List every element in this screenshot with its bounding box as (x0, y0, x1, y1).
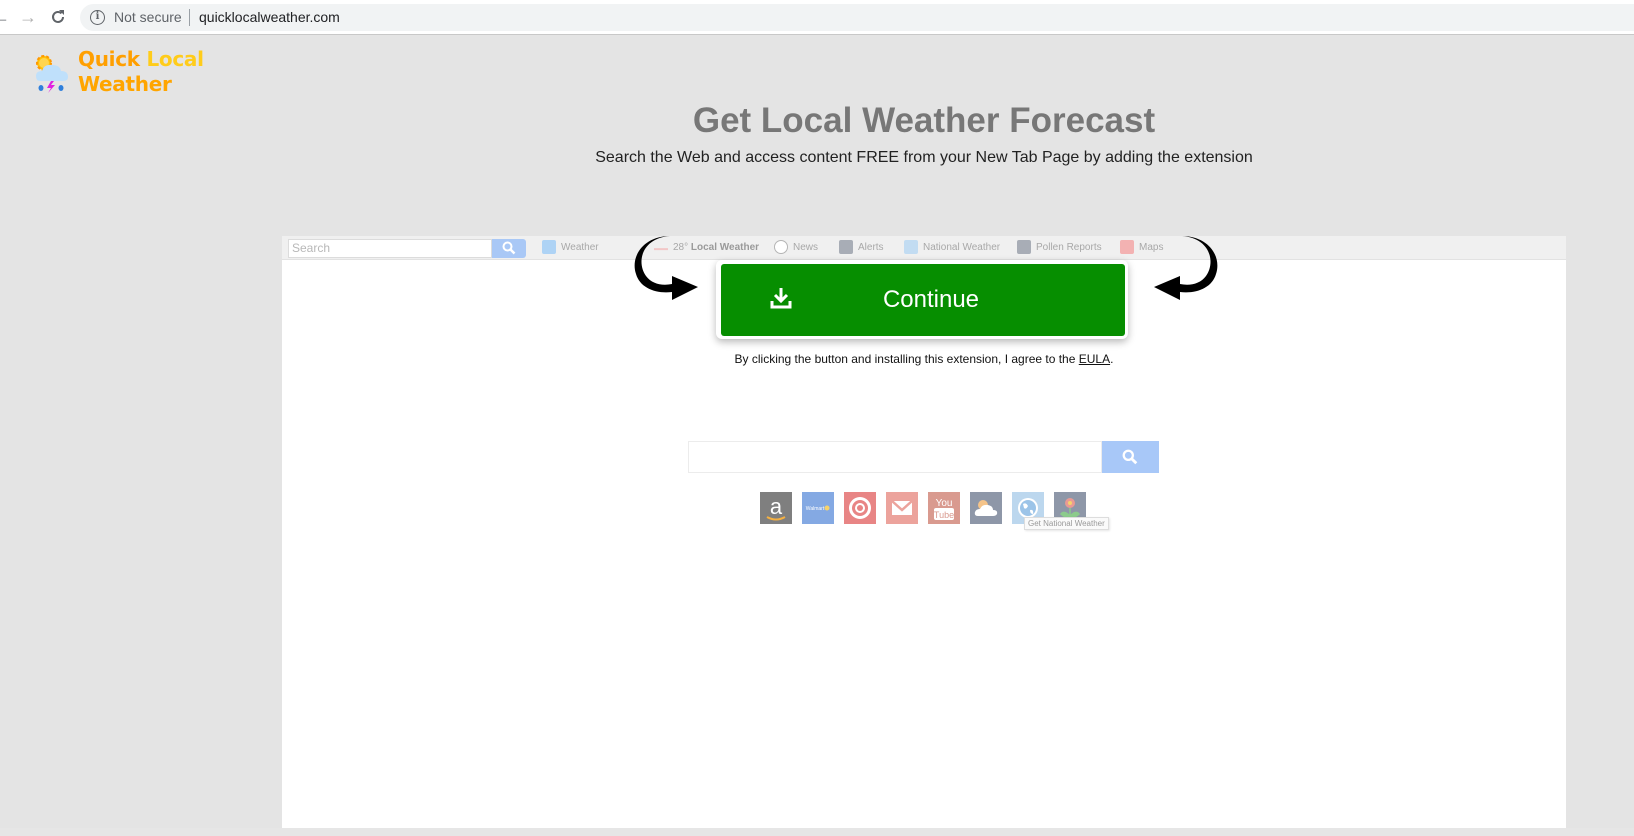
omnibox-divider (189, 9, 190, 26)
preview-toolbar-item: National Weather (904, 240, 1000, 256)
continue-button[interactable]: Continue (721, 264, 1125, 336)
news-icon (774, 240, 788, 255)
svg-text:Tube: Tube (934, 510, 954, 520)
page-title: Get Local Weather Forecast (692, 101, 1156, 140)
preview-main-search-input (688, 441, 1102, 473)
forward-button[interactable]: → (17, 6, 39, 28)
logo-word-weather: Weather (78, 72, 172, 96)
eula-period: . (1110, 352, 1114, 366)
flower-icon (1017, 240, 1031, 255)
continue-button-frame: Continue (716, 260, 1128, 339)
toolbar-item-label: National Weather (923, 242, 1001, 253)
address-bar[interactable]: i Not secure quicklocalweather.com (80, 4, 1634, 31)
amazon-icon: a (760, 492, 792, 524)
mail-icon (886, 492, 918, 524)
security-label: Not secure (114, 9, 182, 25)
url-text[interactable]: quicklocalweather.com (199, 9, 340, 25)
preview-main-search-button (1102, 441, 1159, 473)
browser-toolbar: ← → i Not secure quicklocalweather.com (0, 0, 1634, 35)
continue-label: Continue (882, 286, 980, 313)
page-bottom-strip (0, 828, 1634, 836)
preview-toolbar-item: News (774, 240, 818, 256)
page-subtitle: Search the Web and access content FREE f… (595, 149, 1253, 166)
toolbar-item-label: News (793, 242, 819, 253)
preview-toolbar-item: Weather (542, 240, 599, 256)
weather-storm-icon (36, 55, 68, 93)
svg-text:Walmart: Walmart (806, 506, 825, 512)
globe-icon (904, 240, 918, 255)
preview-toolbar-item: Pollen Reports (1017, 240, 1102, 256)
alerts-cloud-icon (839, 240, 853, 255)
toolbar-item-label: Pollen Reports (1036, 242, 1102, 253)
logo-word-local: Local (146, 47, 204, 71)
youtube-icon: You Tube (928, 492, 960, 524)
eula-text: By clicking the button and installing th… (734, 352, 1079, 366)
preview-toolbar-item: Alerts (839, 240, 884, 256)
search-icon (502, 241, 516, 255)
reload-button[interactable] (47, 6, 69, 28)
walmart-icon: Walmart (802, 492, 834, 524)
info-icon[interactable]: i (90, 10, 105, 25)
preview-search-button (492, 239, 526, 258)
weather-cloud-icon (970, 492, 1002, 524)
target-icon (844, 492, 876, 524)
toolbar-item-label: Alerts (858, 242, 884, 253)
weather-folder-icon (542, 240, 556, 255)
toolbar-item-label: Weather (561, 242, 599, 253)
tooltip: Get National Weather (1024, 517, 1109, 530)
eula-disclaimer: By clicking the button and installing th… (282, 352, 1566, 366)
reload-icon (52, 10, 64, 23)
preview-toolbar: Search Weather 28° Local Weather News Al… (282, 236, 1566, 260)
logo-text: Quick Local Weather (78, 47, 204, 97)
map-pin-icon (1120, 240, 1134, 255)
logo-word-quick: Quick (78, 47, 140, 71)
svg-text:a: a (770, 494, 783, 519)
eula-link[interactable]: EULA (1079, 352, 1110, 366)
search-icon (1122, 449, 1138, 465)
svg-text:You: You (936, 498, 953, 509)
back-button[interactable]: ← (0, 6, 12, 28)
preview-search-input: Search (288, 239, 492, 258)
site-logo[interactable]: Quick Local Weather (32, 47, 212, 99)
extension-preview-panel: Search Weather 28° Local Weather News Al… (282, 236, 1566, 828)
curved-arrow-left-icon (634, 236, 698, 300)
curved-arrow-right-icon (1154, 236, 1218, 300)
